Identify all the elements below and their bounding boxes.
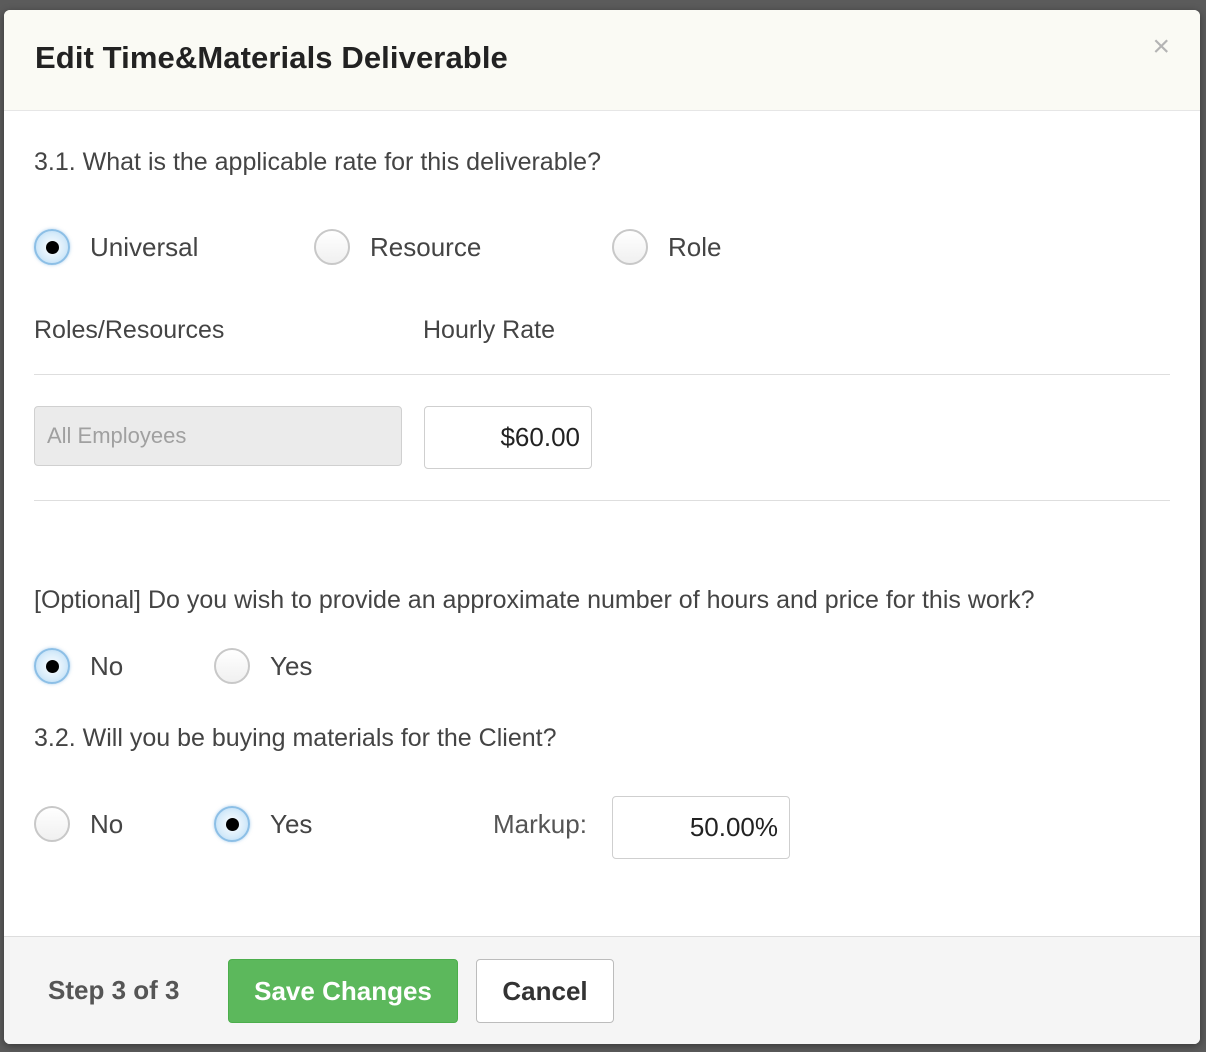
markup-input[interactable] [612,796,790,859]
modal-header: Edit Time&Materials Deliverable × [4,10,1200,111]
table-divider-bottom [34,500,1170,501]
modal-footer: Step 3 of 3 Save Changes Cancel [4,936,1200,1044]
roles-resources-field: All Employees [34,406,402,466]
radio-estimate-no[interactable] [34,648,70,684]
radio-selected-dot [225,817,239,831]
radio-label-estimate-yes: Yes [270,650,313,681]
radio-label-resource: Resource [370,231,482,262]
close-icon[interactable]: × [1152,32,1170,62]
hourly-rate-input[interactable] [424,406,592,469]
radio-selected-dot [45,659,59,673]
materials-option-no[interactable]: No [34,806,123,842]
cancel-button[interactable]: Cancel [476,959,614,1023]
estimate-option-yes[interactable]: Yes [214,648,312,684]
step-indicator: Step 3 of 3 [48,975,180,1005]
materials-option-yes[interactable]: Yes [214,806,312,842]
save-changes-button[interactable]: Save Changes [228,959,458,1023]
rate-option-universal[interactable]: Universal [34,229,198,265]
estimate-question: [Optional] Do you wish to provide an app… [34,586,1035,614]
modal-title: Edit Time&Materials Deliverable [35,40,508,75]
radio-selected-dot [45,240,59,254]
rate-option-resource[interactable]: Resource [314,229,481,265]
materials-question: 3.2. Will you be buying materials for th… [34,724,557,752]
roles-resources-header: Roles/Resources [34,316,225,344]
radio-label-role: Role [668,231,722,262]
edit-deliverable-modal: Edit Time&Materials Deliverable × 3.1. W… [4,10,1200,1044]
radio-materials-no[interactable] [34,806,70,842]
radio-estimate-yes[interactable] [214,648,250,684]
radio-universal[interactable] [34,229,70,265]
radio-resource[interactable] [314,229,350,265]
radio-label-universal: Universal [90,231,199,262]
radio-label-estimate-no: No [90,650,124,681]
radio-label-materials-yes: Yes [270,808,313,839]
radio-role[interactable] [612,229,648,265]
radio-materials-yes[interactable] [214,806,250,842]
table-divider-top [34,374,1170,375]
estimate-option-no[interactable]: No [34,648,123,684]
radio-label-materials-no: No [90,808,124,839]
rate-question: 3.1. What is the applicable rate for thi… [34,148,601,176]
markup-label: Markup: [493,809,587,839]
hourly-rate-header: Hourly Rate [423,316,555,344]
rate-option-role[interactable]: Role [612,229,721,265]
